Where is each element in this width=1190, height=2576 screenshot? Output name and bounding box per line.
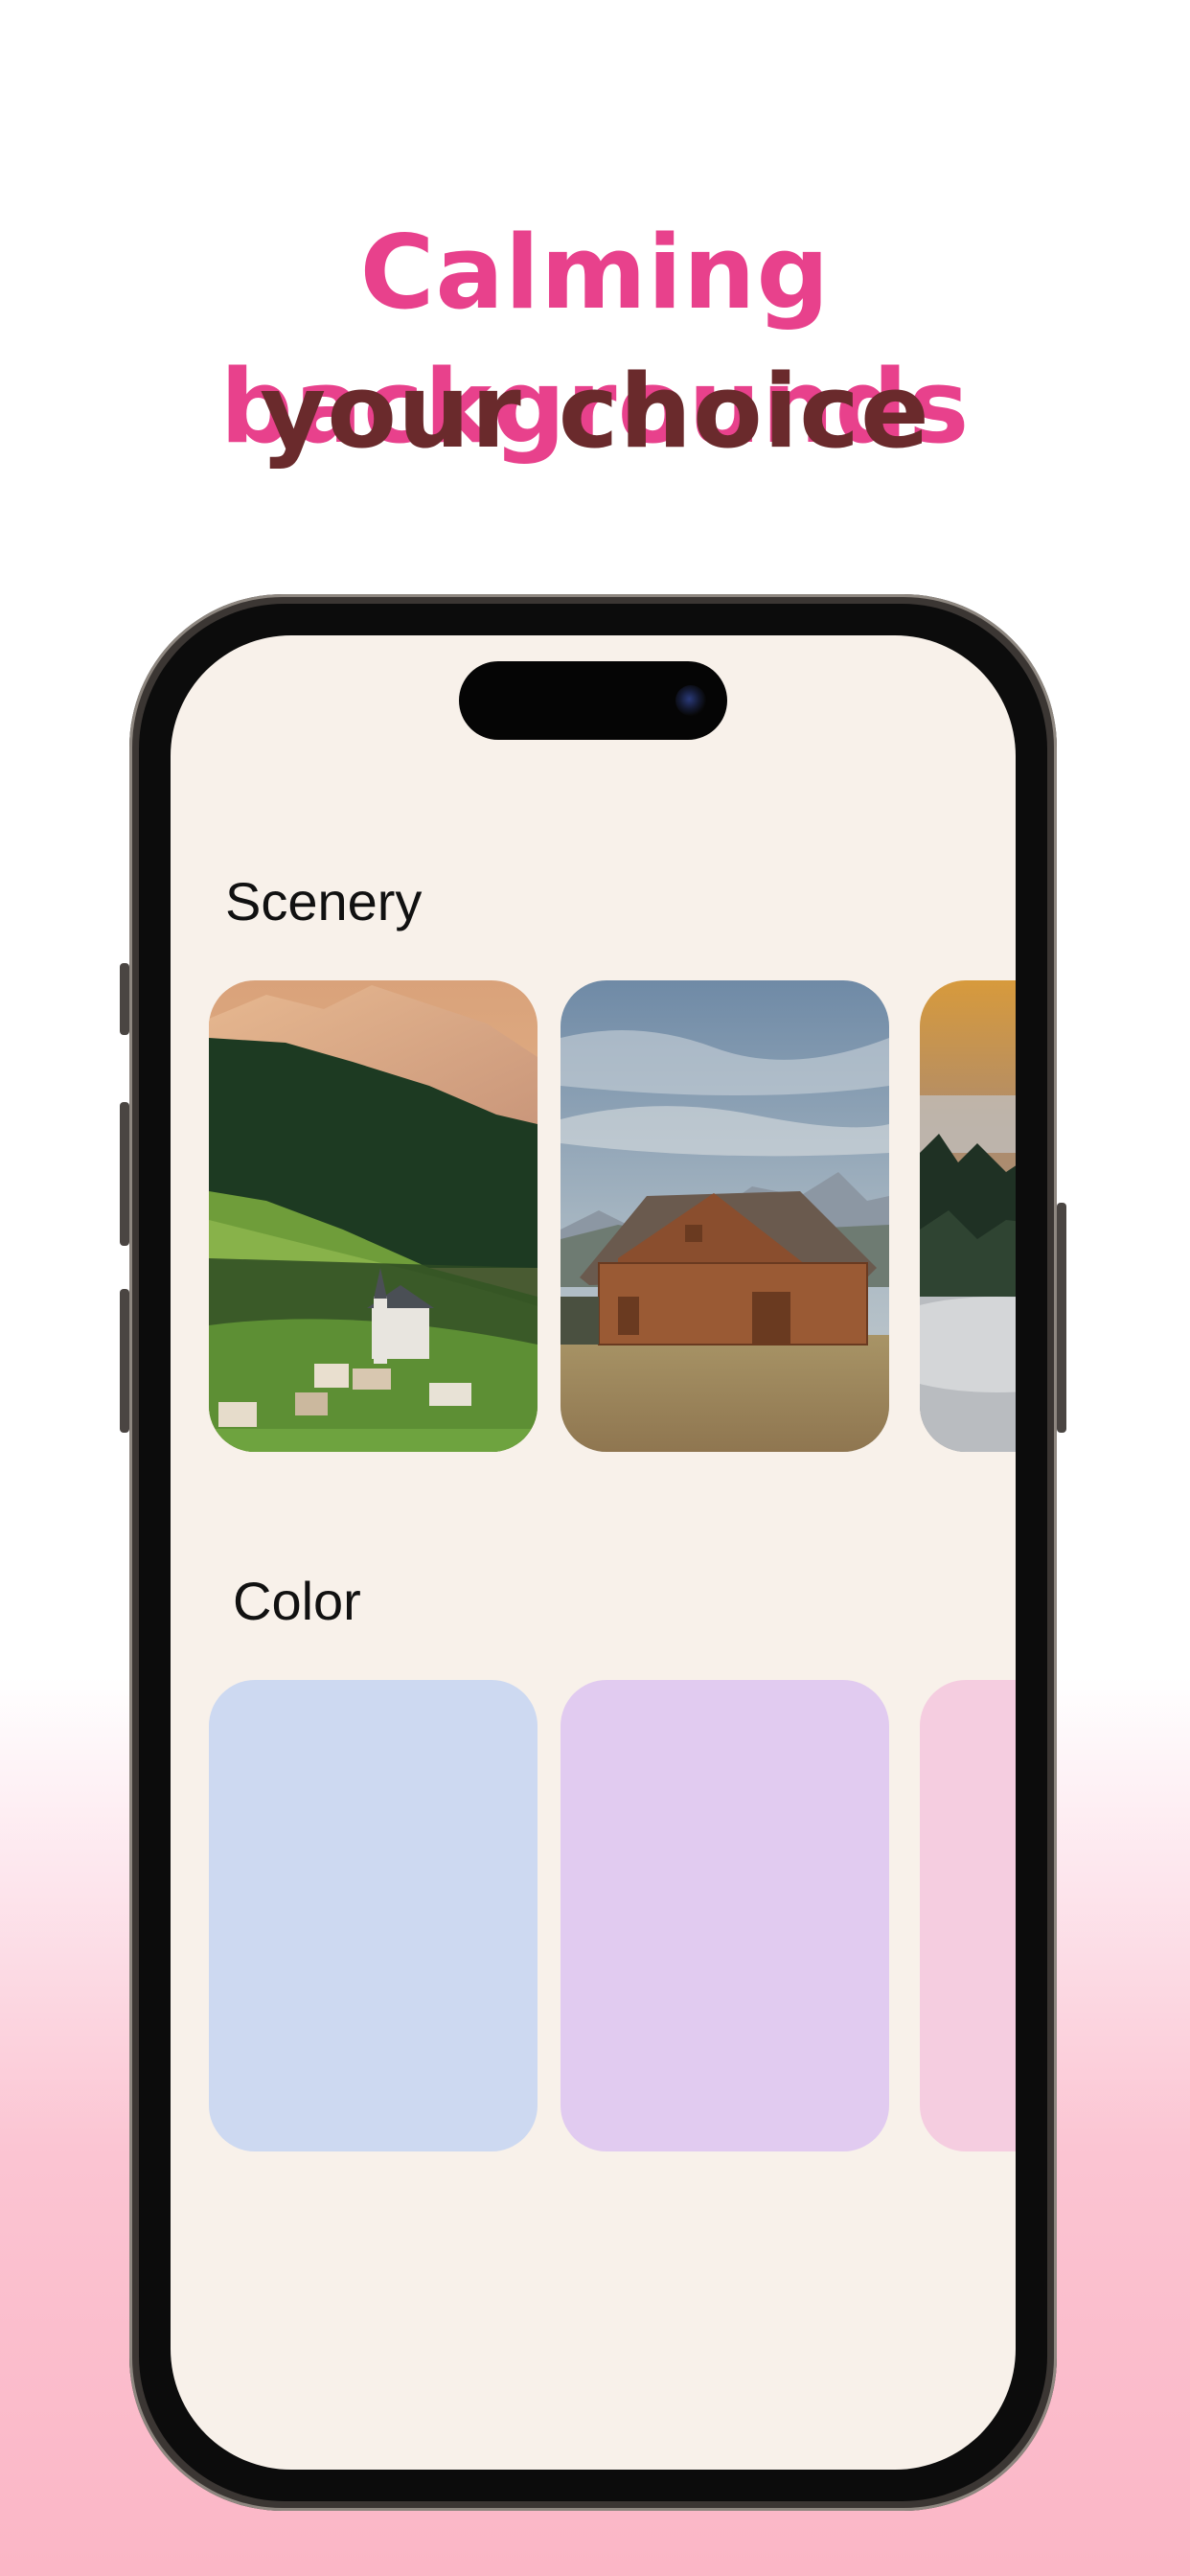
color-swatch-blue[interactable] [209,1680,538,2151]
volume-up-button [120,1102,129,1246]
camera-icon [675,685,706,716]
misty-forest-image [920,980,1016,1452]
color-section-title: Color [233,1571,361,1631]
color-swatch-pink[interactable] [920,1680,1016,2151]
wooden-barn-image [561,980,889,1452]
scenery-section-title: Scenery [225,871,423,932]
color-swatch-purple[interactable] [561,1680,889,2151]
headline-line-2: your choice [260,353,930,471]
action-button [120,963,129,1035]
power-button [1057,1203,1066,1433]
phone-screen: Scenery Color [171,635,1016,2470]
dynamic-island [459,661,727,740]
scenery-card-misty-forest[interactable] [920,980,1016,1452]
scenery-card-alpine-village[interactable] [209,980,538,1452]
volume-down-button [120,1289,129,1433]
alpine-village-image [209,980,538,1452]
scenery-card-wooden-barn[interactable] [561,980,889,1452]
